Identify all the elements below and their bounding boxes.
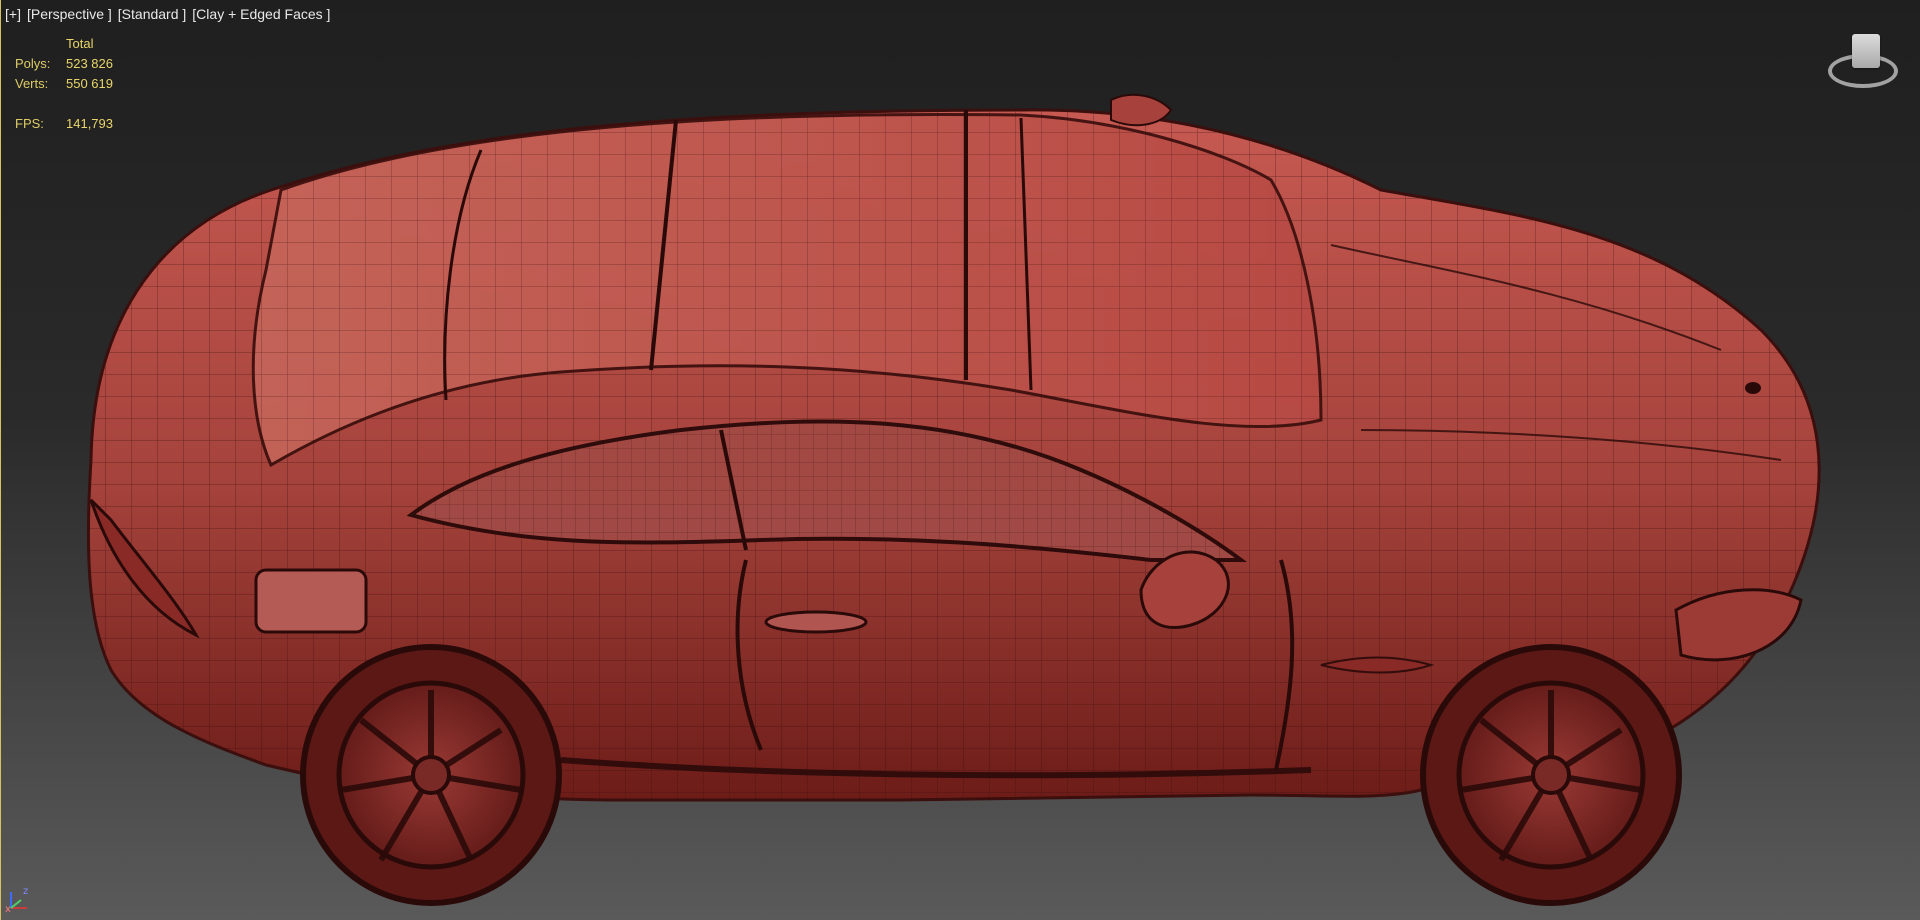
- viewport-plus-menu[interactable]: [+]: [5, 6, 21, 22]
- rear-wheel: [300, 644, 562, 906]
- scene-statistics: Total Polys: 523 826 Verts: 550 619 FPS:…: [15, 34, 156, 134]
- stats-fps-label: FPS:: [15, 116, 44, 131]
- stats-verts-label: Verts:: [15, 76, 49, 91]
- stats-polys-label: Polys:: [15, 56, 51, 71]
- front-light: [1674, 588, 1803, 662]
- stats-verts-value: 550 619: [66, 76, 113, 91]
- stats-fps-row: FPS: 141,793: [15, 114, 156, 134]
- stats-fps-value: 141,793: [66, 116, 113, 131]
- viewcube-cube[interactable]: [1852, 34, 1880, 68]
- stats-polys-value: 523 826: [66, 56, 113, 71]
- door-handle: [764, 610, 868, 634]
- viewport-view-menu[interactable]: [Perspective ]: [27, 6, 112, 22]
- fuel-cap: [254, 568, 368, 634]
- axis-x-label: x: [5, 904, 11, 912]
- stats-verts-row: Verts: 550 619: [15, 74, 156, 94]
- car-model[interactable]: [1, 0, 1920, 920]
- stats-total-label: Total: [66, 36, 94, 51]
- axis-tripod-icon: z x: [5, 886, 28, 912]
- axis-z-label: z: [23, 886, 28, 897]
- viewport-display-mode-menu[interactable]: [Clay + Edged Faces ]: [192, 6, 330, 22]
- viewcube-icon[interactable]: [1824, 28, 1902, 100]
- stats-header-row: Total: [15, 34, 156, 54]
- viewport[interactable]: [+] [Perspective ] [Standard ] [Clay + E…: [0, 0, 1920, 920]
- viewport-shading-menu[interactable]: [Standard ]: [118, 6, 187, 22]
- front-wheel: [1420, 644, 1682, 906]
- viewport-label: [+] [Perspective ] [Standard ] [Clay + E…: [5, 6, 330, 22]
- stats-spacer: [15, 94, 156, 114]
- stats-polys-row: Polys: 523 826: [15, 54, 156, 74]
